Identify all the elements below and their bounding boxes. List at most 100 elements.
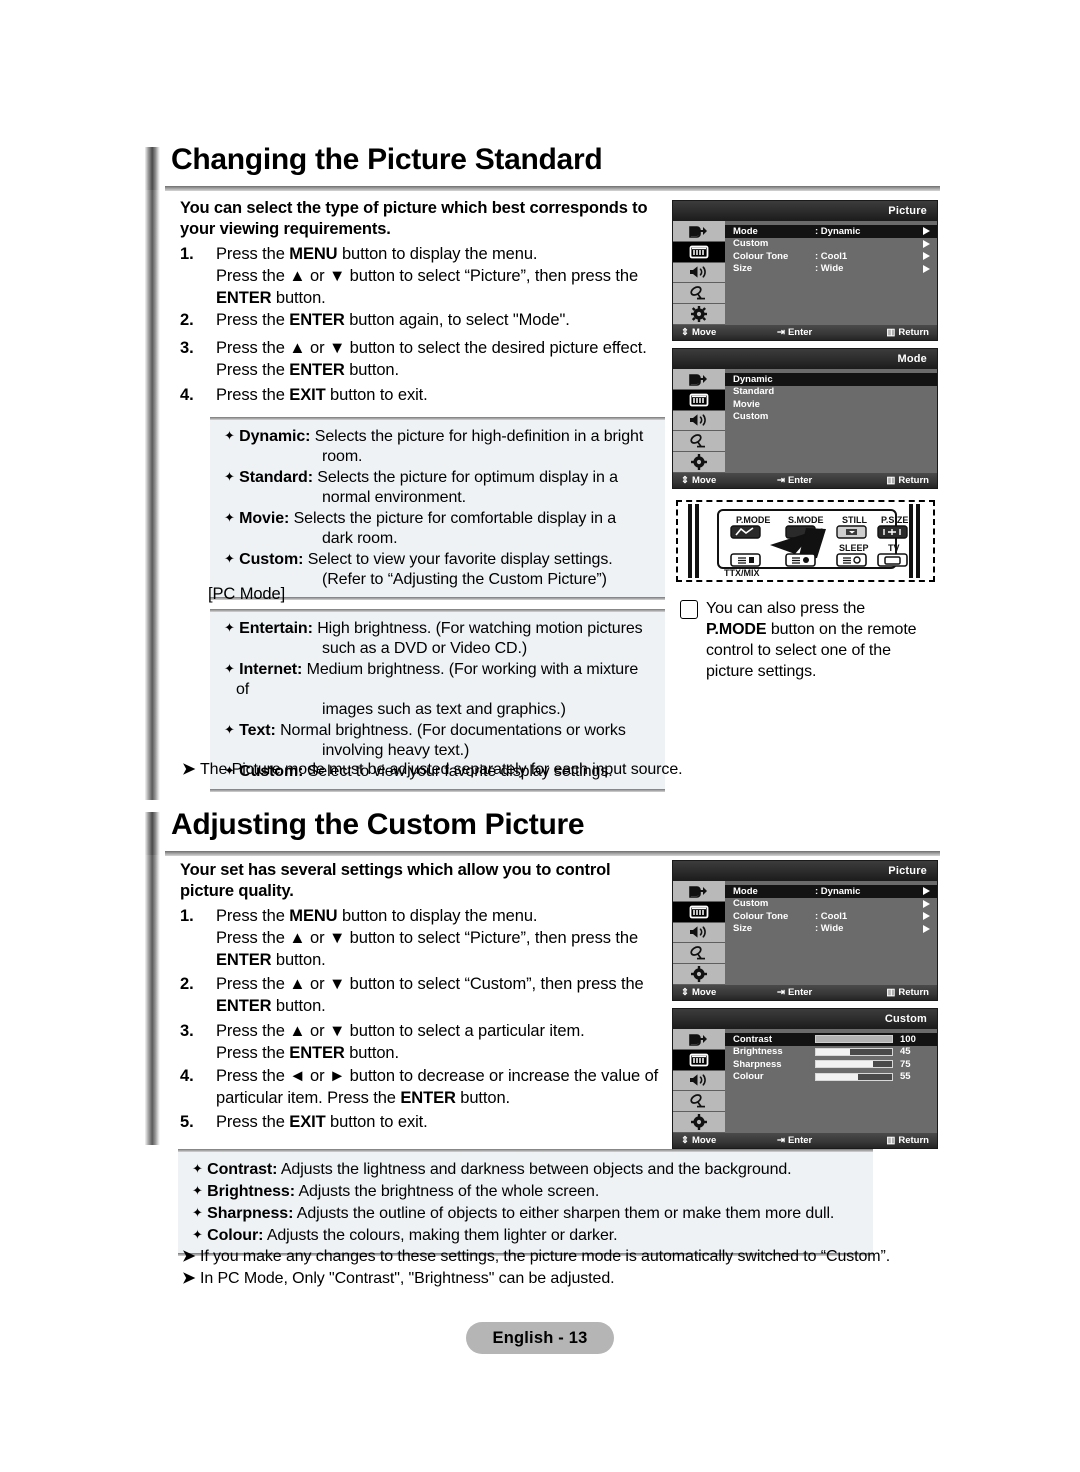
picture-icon[interactable] bbox=[673, 901, 725, 923]
osd-row-label: Colour bbox=[733, 1071, 764, 1083]
slider-fill bbox=[816, 1061, 873, 1068]
sound-icon[interactable] bbox=[673, 262, 725, 284]
section-1-title: Changing the Picture Standard bbox=[171, 143, 603, 176]
chevron-right-icon bbox=[923, 887, 930, 895]
osd-row[interactable]: Dynamic bbox=[725, 373, 937, 386]
menu-icon: ▥ bbox=[886, 475, 896, 486]
osd-item-list: Mode: Dynamic Custom Colour Tone: Cool1 … bbox=[725, 881, 937, 985]
picture-icon[interactable] bbox=[673, 241, 725, 263]
svg-text:TTX/MIX: TTX/MIX bbox=[724, 568, 760, 578]
heading-rule bbox=[165, 851, 940, 856]
osd-row[interactable]: Contrast 100 bbox=[725, 1033, 937, 1046]
menu-icon: ▥ bbox=[886, 327, 896, 338]
osd-title: Custom bbox=[673, 1009, 937, 1029]
step-number: 3. bbox=[180, 1022, 194, 1040]
osd-enter: ⇥ Enter bbox=[777, 987, 813, 998]
osd-icon-rail bbox=[673, 1029, 725, 1133]
list-item: ✦ Sharpness: Adjusts the outline of obje… bbox=[192, 1202, 863, 1224]
osd-row-label: Brightness bbox=[733, 1046, 783, 1058]
updown-arrow-icon: ⇕ bbox=[681, 327, 689, 338]
slider-track[interactable] bbox=[815, 1035, 893, 1044]
osd-row[interactable]: Custom bbox=[725, 411, 937, 424]
osd-row-label: Mode bbox=[733, 225, 758, 237]
enter-icon: ⇥ bbox=[777, 475, 785, 486]
osd-row-label: Colour Tone bbox=[733, 250, 789, 262]
infobox-top-rule bbox=[178, 1149, 873, 1152]
osd-row[interactable]: Standard bbox=[725, 386, 937, 399]
source-icon[interactable] bbox=[673, 881, 725, 902]
osd-body: Mode: Dynamic Custom Colour Tone: Cool1 … bbox=[673, 881, 937, 985]
source-icon[interactable] bbox=[673, 221, 725, 242]
osd-mode-menu[interactable]: Mode Dynamic Standard Movie Custom ⇕ Mov… bbox=[672, 348, 938, 489]
svg-text:P.SIZE: P.SIZE bbox=[881, 515, 908, 525]
osd-enter: ⇥ Enter bbox=[777, 327, 813, 338]
chevron-right-icon bbox=[923, 899, 930, 908]
osd-custom-menu[interactable]: Custom Contrast 100 Brightness 45 Sharpn… bbox=[672, 1008, 938, 1149]
osd-row[interactable]: Colour 55 bbox=[725, 1071, 937, 1084]
osd-picture-menu-2[interactable]: Picture Mode: Dynamic Custom Colour Tone… bbox=[672, 860, 938, 1001]
osd-row[interactable]: Size: Wide bbox=[725, 923, 937, 936]
bullet-icon: ✦ bbox=[192, 1161, 203, 1176]
osd-row[interactable]: Custom bbox=[725, 238, 937, 251]
slider-track[interactable] bbox=[815, 1060, 893, 1069]
picture-icon[interactable] bbox=[673, 1049, 725, 1071]
slider-fill bbox=[816, 1073, 858, 1080]
step-text: Press the MENU button to display the men… bbox=[216, 907, 639, 969]
bullet-icon: ✦ bbox=[224, 661, 235, 676]
heading-accent-bar bbox=[145, 147, 160, 191]
source-icon[interactable] bbox=[673, 1029, 725, 1050]
osd-row-label: Custom bbox=[733, 898, 769, 910]
term: Contrast: bbox=[207, 1161, 278, 1178]
bullet-icon: ✦ bbox=[224, 510, 235, 525]
osd-row[interactable]: Custom bbox=[725, 898, 937, 911]
osd-row[interactable]: Colour Tone: Cool1 bbox=[725, 910, 937, 923]
step-text: Press the ▲ or ▼ button to select “Custo… bbox=[216, 975, 644, 1015]
setup-icon[interactable] bbox=[673, 304, 725, 325]
osd-row[interactable]: Mode: Dynamic bbox=[725, 885, 937, 898]
list-item: ✦ Internet: Medium brightness. (For work… bbox=[224, 659, 655, 720]
picture-icon[interactable] bbox=[673, 389, 725, 411]
setup-icon[interactable] bbox=[673, 1112, 725, 1133]
custom-picture-list: ✦ Contrast: Adjusts the lightness and da… bbox=[178, 1152, 873, 1253]
osd-row[interactable]: Size: Wide bbox=[725, 263, 937, 276]
setup-icon[interactable] bbox=[673, 964, 725, 985]
osd-row[interactable]: Movie bbox=[725, 398, 937, 411]
desc-cont: normal environment. bbox=[322, 489, 466, 506]
section-1-note-1: ➤ The Picture mode must be adjusted separ… bbox=[182, 759, 683, 781]
setup-icon[interactable] bbox=[673, 452, 725, 473]
sound-icon[interactable] bbox=[673, 1070, 725, 1092]
channel-icon[interactable] bbox=[673, 431, 725, 453]
chevron-right-icon bbox=[923, 227, 930, 235]
osd-row[interactable]: Sharpness 75 bbox=[725, 1058, 937, 1071]
step-number: 2. bbox=[180, 311, 194, 329]
osd-row-value: : Dynamic bbox=[815, 885, 861, 897]
step-number: 3. bbox=[180, 339, 194, 357]
sound-icon[interactable] bbox=[673, 922, 725, 944]
chevron-right-icon bbox=[923, 252, 930, 260]
slider-track[interactable] bbox=[815, 1072, 893, 1081]
sound-icon[interactable] bbox=[673, 410, 725, 432]
step-number: 5. bbox=[180, 1113, 194, 1131]
osd-row[interactable]: Brightness 45 bbox=[725, 1046, 937, 1059]
slider-value: 100 bbox=[900, 1033, 916, 1045]
channel-icon[interactable] bbox=[673, 283, 725, 305]
channel-icon[interactable] bbox=[673, 1091, 725, 1113]
osd-title: Mode bbox=[673, 349, 937, 369]
slider-fill bbox=[816, 1048, 851, 1055]
channel-icon[interactable] bbox=[673, 943, 725, 965]
osd-enter: ⇥ Enter bbox=[777, 475, 813, 486]
slider-track[interactable] bbox=[815, 1047, 893, 1056]
note-text: If you make any changes to these setting… bbox=[200, 1248, 891, 1265]
osd-row[interactable]: Mode: Dynamic bbox=[725, 225, 937, 238]
section-1-step-4: 4. Press the EXIT button to exit. bbox=[180, 384, 670, 406]
osd-enter: ⇥ Enter bbox=[777, 1135, 813, 1146]
desc: Adjusts the colours, making them lighter… bbox=[266, 1227, 618, 1244]
list-item: ✦ Contrast: Adjusts the lightness and da… bbox=[192, 1158, 863, 1180]
osd-row[interactable]: Colour Tone: Cool1 bbox=[725, 250, 937, 263]
osd-picture-menu-1[interactable]: Picture Mode: Dynamic Custom Colour Tone… bbox=[672, 200, 938, 341]
list-item: ✦ Entertain: High brightness. (For watch… bbox=[224, 618, 655, 659]
desc: Select to view your favorite display set… bbox=[307, 551, 613, 568]
osd-row-label: Movie bbox=[733, 398, 760, 410]
osd-row-label: Colour Tone bbox=[733, 910, 789, 922]
source-icon[interactable] bbox=[673, 369, 725, 390]
